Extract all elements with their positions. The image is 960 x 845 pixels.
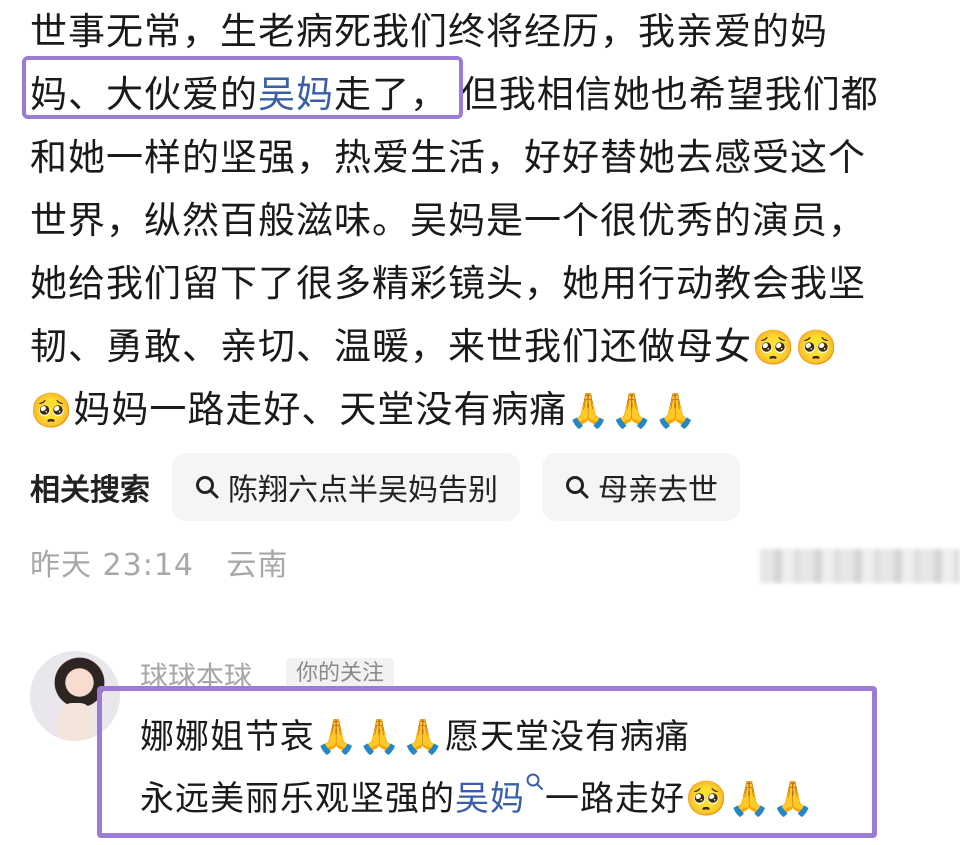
related-search-chip[interactable]: 陈翔六点半吴妈告别	[172, 453, 520, 521]
search-icon	[566, 476, 589, 499]
post-time: 昨天 23:14	[30, 548, 194, 583]
post-text: 妈妈一路走好、天堂没有病痛	[73, 388, 568, 431]
praying-hands-icon: 🙏	[654, 391, 698, 431]
post-line: 世事无常，生老病死我们终将经历，我亲爱的妈	[30, 10, 828, 53]
chip-label: 陈翔六点半吴妈告别	[228, 473, 498, 508]
post-line: 她给我们留下了很多精彩镜头，她用行动教会我坚	[30, 262, 866, 305]
comment-line: 娜娜姐节哀🙏🙏🙏愿天堂没有病痛	[140, 706, 815, 768]
related-search-chip[interactable]: 母亲去世	[542, 453, 740, 521]
link-wuma[interactable]: 吴妈	[455, 779, 525, 819]
related-searches: 相关搜索 陈翔六点半吴妈告别 母亲去世	[30, 452, 762, 522]
comment-segment: 娜娜姐节哀	[140, 717, 315, 757]
praying-hands-icon: 🙏	[567, 391, 611, 431]
comment-line: 永远美丽乐观坚强的吴妈 一路走好🥺🙏🙏	[140, 768, 815, 830]
post-meta: 昨天 23:14 云南	[30, 540, 289, 584]
praying-hands-icon: 🙏	[401, 717, 446, 757]
comment-segment: 愿天堂没有病痛	[445, 717, 691, 757]
related-searches-label: 相关搜索	[30, 473, 150, 508]
post-line: 和她一样的坚强，热爱生活，好好替她去感受这个	[30, 136, 866, 179]
post-line: 韧、勇敢、亲切、温暖，来世我们还做母女🥺🥺	[30, 315, 950, 378]
chip-label: 母亲去世	[598, 473, 718, 508]
crying-face-icon: 🥺	[752, 328, 796, 368]
comment-text: 娜娜姐节哀🙏🙏🙏愿天堂没有病痛 永远美丽乐观坚强的吴妈 一路走好🥺🙏🙏	[140, 706, 815, 830]
post-text: 但我相信她也希望我们都	[460, 73, 879, 116]
crying-face-icon: 🥺	[30, 391, 74, 431]
post-line: 🥺妈妈一路走好、天堂没有病痛🙏🙏🙏	[30, 378, 950, 441]
blurred-region	[760, 549, 960, 583]
praying-hands-icon: 🙏	[315, 717, 359, 757]
crying-face-icon: 🥺	[685, 779, 729, 819]
praying-hands-icon: 🙏	[358, 717, 402, 757]
praying-hands-icon: 🙏	[771, 779, 816, 819]
crying-face-icon: 🥺	[795, 328, 839, 368]
comment-segment: 一路走好	[545, 779, 685, 819]
search-icon	[196, 476, 219, 499]
post-location: 云南	[226, 548, 289, 583]
post-line: 世界，纵然百般滋味。吴妈是一个很优秀的演员，	[30, 199, 866, 242]
praying-hands-icon: 🙏	[610, 391, 655, 431]
search-icon[interactable]	[525, 772, 545, 792]
praying-hands-icon: 🙏	[728, 779, 772, 819]
post-text: 韧、勇敢、亲切、温暖，来世我们还做母女	[30, 325, 752, 368]
comment-segment: 永远美丽乐观坚强的	[140, 779, 455, 819]
highlight-box	[22, 56, 463, 119]
